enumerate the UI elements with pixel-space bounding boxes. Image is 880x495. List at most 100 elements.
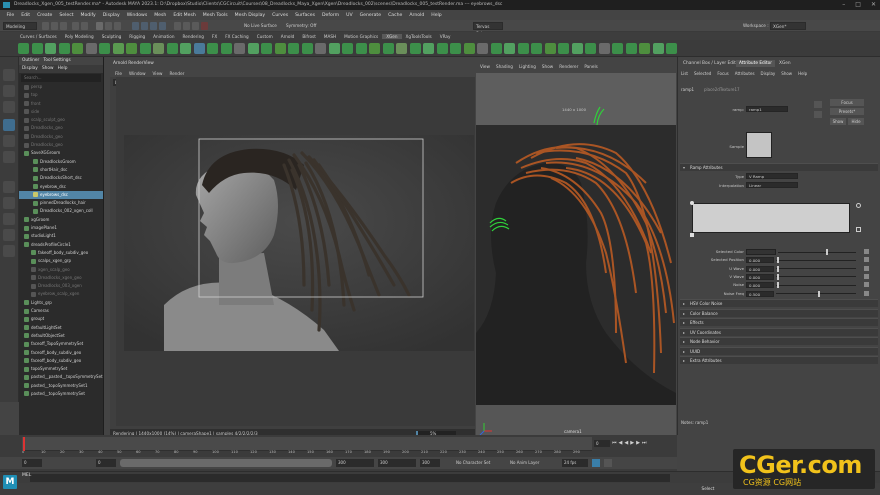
select-tool-icon[interactable] — [3, 69, 15, 81]
timeline-track[interactable] — [22, 437, 592, 451]
shelf-tab-fx[interactable]: FX — [208, 34, 221, 39]
ae-menu-selected[interactable]: Selected — [694, 71, 711, 76]
outliner-item[interactable]: dreadsProfileCircle1 — [19, 241, 103, 249]
section-uv-coordinates[interactable]: UV Coordinates — [680, 327, 878, 337]
shelf-tool-icon[interactable] — [261, 43, 272, 54]
ramp-gradient[interactable] — [692, 203, 850, 233]
persp-outliner-layout-icon[interactable] — [3, 245, 15, 257]
map-button-icon[interactable] — [864, 257, 869, 263]
shelf-tool-icon[interactable] — [517, 43, 529, 54]
outliner-item[interactable]: Dreadlocks_geo — [19, 124, 103, 132]
outliner-item[interactable]: eyebrow_scalp_xgen — [19, 290, 103, 298]
outliner-item[interactable]: defaultLightSet — [19, 324, 103, 332]
menu-arnold[interactable]: Arnold — [406, 13, 428, 18]
field-slider[interactable] — [776, 259, 856, 261]
current-time-indicator[interactable] — [23, 437, 25, 451]
shelf-tab-motion-graphics[interactable]: Motion Graphics — [340, 34, 382, 39]
section-color-balance[interactable]: Color Balance — [680, 308, 878, 318]
new-scene-icon[interactable] — [42, 22, 49, 30]
select-object-icon[interactable] — [105, 22, 112, 30]
range-start-field[interactable]: 0 — [96, 459, 116, 467]
outliner-search-input[interactable]: Search... — [21, 74, 101, 82]
shelf-tool-icon[interactable] — [612, 43, 623, 54]
ramp-handle-top[interactable] — [690, 201, 694, 205]
outliner-item[interactable]: faceoff_TopoSymmetrySet — [19, 340, 103, 348]
section-uuid[interactable]: UUID — [680, 346, 878, 356]
menu-create[interactable]: Create — [34, 13, 56, 18]
shelf-tool-icon[interactable] — [450, 43, 461, 54]
outliner-item[interactable]: eyebrow_dsc — [19, 183, 103, 191]
hide-button[interactable]: Hide — [848, 118, 864, 125]
anim-layer-dropdown[interactable]: No Anim Layer — [510, 460, 539, 465]
outliner-item[interactable]: Cameras — [19, 307, 103, 315]
ae-menu-help[interactable]: Help — [798, 71, 807, 76]
shelf-tab-arnold[interactable]: Arnold — [277, 34, 299, 39]
range-slider[interactable] — [120, 459, 332, 467]
slider-handle[interactable] — [777, 257, 779, 264]
lasso-tool-icon[interactable] — [3, 85, 15, 97]
shelf-tool-icon[interactable] — [139, 43, 151, 54]
tab-channel-box[interactable]: Channel Box / Layer Editor — [680, 60, 743, 67]
outliner-item[interactable]: Dreadlocks_003_xgen — [19, 282, 103, 290]
map-button-icon[interactable] — [864, 290, 869, 296]
mode-dropdown[interactable]: Modeling — [3, 22, 37, 30]
map-button-icon[interactable] — [864, 265, 869, 271]
shelf-tool-icon[interactable] — [274, 43, 286, 54]
shelf-tab-animation[interactable]: Animation — [149, 34, 178, 39]
outliner-item[interactable]: Dreadlocks_002_xgen_coll — [19, 207, 103, 215]
menu-modify[interactable]: Modify — [77, 13, 99, 18]
tab-tool-settings[interactable]: Tool Settings — [43, 58, 70, 63]
shelf-tool-icon[interactable] — [193, 43, 205, 54]
shelf-tool-icon[interactable] — [396, 43, 407, 54]
rv-menu-file[interactable]: File — [115, 71, 122, 76]
move-tool-icon[interactable] — [3, 119, 15, 131]
shelf-tab-rendering[interactable]: Rendering — [179, 34, 208, 39]
viewport-canvas[interactable]: 1440 x 1000 camera1 — [476, 73, 676, 439]
mel-label[interactable]: MEL — [22, 473, 31, 478]
field-value[interactable]: 0.000 — [746, 282, 774, 289]
section-hsv-color-noise[interactable]: HSV Color Noise — [680, 299, 878, 308]
shelf-tool-icon[interactable] — [153, 43, 164, 54]
field-value[interactable]: 0.000 — [746, 257, 774, 264]
shelf-tool-icon[interactable] — [477, 43, 488, 54]
menu-help[interactable]: Help — [428, 13, 445, 18]
menu-display[interactable]: Display — [99, 13, 123, 18]
outliner-item[interactable]: pinnedDreadlocks_hair — [19, 199, 103, 207]
shelf-tool-icon[interactable] — [85, 43, 97, 54]
menu-deform[interactable]: Deform — [319, 13, 343, 18]
rv-menu-view[interactable]: View — [153, 71, 163, 76]
goto-output-icon[interactable] — [814, 111, 822, 118]
field-slider[interactable] — [776, 268, 856, 270]
ramp-name-field[interactable]: ramp1 — [746, 106, 788, 112]
section-node-behavior[interactable]: Node Behavior — [680, 337, 878, 346]
render-frame-icon[interactable] — [192, 22, 199, 30]
select-component-icon[interactable] — [114, 22, 121, 30]
outliner-item[interactable]: shortHair_dsc — [19, 166, 103, 174]
shelf-tool-icon[interactable] — [342, 43, 353, 54]
outliner-menu-display[interactable]: Display — [22, 66, 38, 71]
outliner-item[interactable]: scalps_xgen_grp — [19, 257, 103, 265]
shelf-tool-icon[interactable] — [504, 43, 515, 54]
outliner-menu-help[interactable]: Help — [58, 66, 68, 71]
outliner-item[interactable]: xgGroom — [19, 216, 103, 224]
menu-surfaces[interactable]: Surfaces — [292, 13, 319, 18]
four-view-layout-icon[interactable] — [3, 197, 15, 209]
shelf-tool-icon[interactable] — [652, 43, 664, 54]
minimize-button[interactable]: – — [842, 0, 845, 10]
play-forward-icon[interactable]: ▶ — [630, 440, 634, 446]
menu-mesh[interactable]: Mesh — [151, 13, 170, 18]
field-slider[interactable] — [776, 276, 856, 278]
snap-view-plane-icon[interactable] — [159, 22, 166, 30]
menu-select[interactable]: Select — [56, 13, 77, 18]
construction-history-icon[interactable] — [174, 22, 181, 30]
shelf-tool-icon[interactable] — [207, 43, 218, 54]
ramp-remove-icon[interactable] — [856, 227, 861, 232]
shelf-tool-icon[interactable] — [166, 43, 178, 54]
node-tab-ramp[interactable]: ramp1 — [681, 87, 694, 92]
menu-generate[interactable]: Generate — [356, 13, 384, 18]
ae-menu-list[interactable]: List — [681, 71, 688, 76]
shelf-tool-icon[interactable] — [598, 43, 610, 54]
vp-menu-view[interactable]: View — [480, 61, 490, 73]
goto-input-icon[interactable] — [814, 101, 822, 108]
shelf-tab-bifrost[interactable]: Bifrost — [298, 34, 320, 39]
